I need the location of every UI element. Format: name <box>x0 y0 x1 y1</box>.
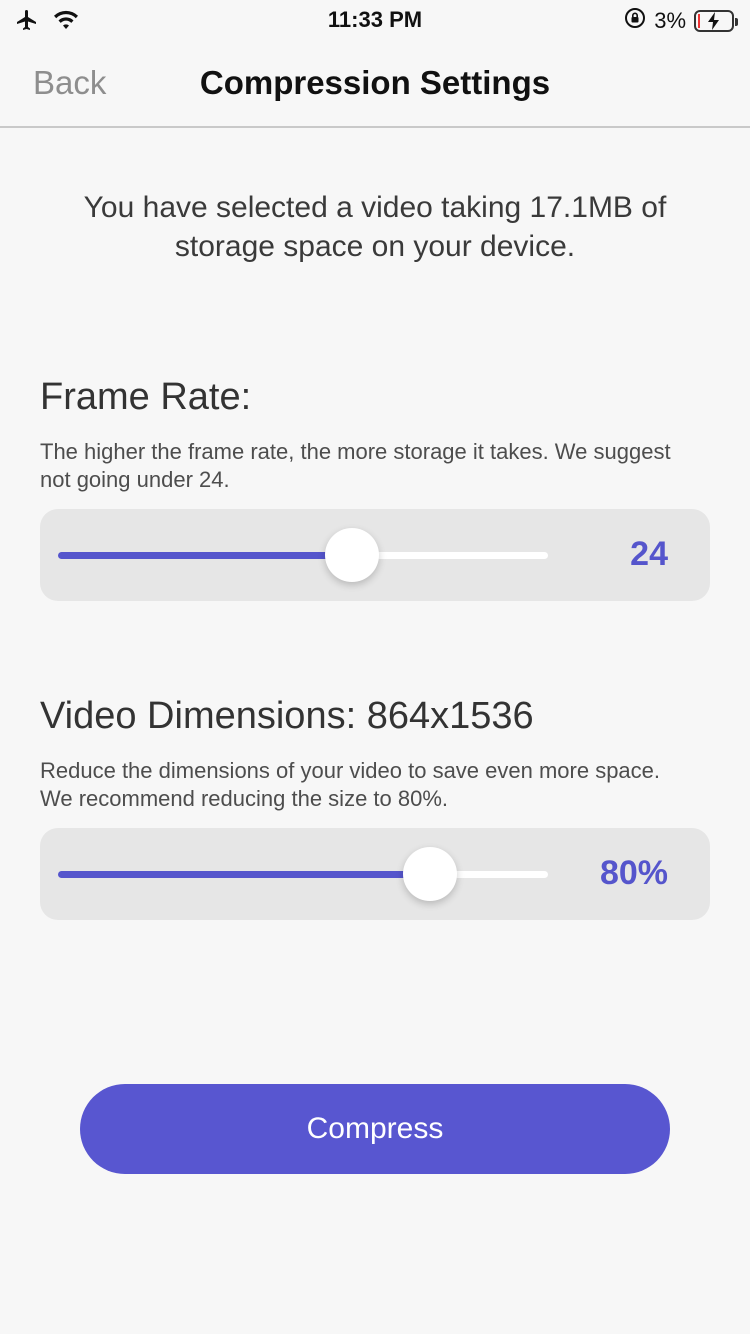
status-right: 3% <box>624 7 738 34</box>
status-bar: 11:33 PM 3% <box>0 0 750 40</box>
frame-rate-description: The higher the frame rate, the more stor… <box>40 439 671 492</box>
frame-rate-title: Frame Rate: <box>40 376 252 418</box>
dimensions-description: Reduce the dimensions of your video to s… <box>40 758 661 811</box>
compress-button[interactable]: Compress <box>80 1084 670 1174</box>
nav-bar: Back Compression Settings <box>0 40 750 128</box>
frame-rate-slider-thumb[interactable] <box>325 528 379 582</box>
dimensions-title: Video Dimensions: 864x1536 <box>40 695 534 737</box>
battery-charging-icon <box>694 9 738 32</box>
frame-rate-value: 24 <box>630 535 668 573</box>
page-title: Compression Settings <box>199 64 551 101</box>
battery-level <box>698 13 700 28</box>
dimensions-slider-thumb[interactable] <box>403 847 458 901</box>
frame-rate-track-fill <box>58 552 352 559</box>
frame-rate-slider-card: 24 <box>40 509 710 601</box>
dimensions-track[interactable] <box>58 871 548 878</box>
frame-rate-track[interactable] <box>58 552 548 559</box>
orientation-lock-icon <box>624 7 646 34</box>
dimensions-track-fill <box>58 871 431 878</box>
intro-text: You have selected a video taking 17.1MB … <box>83 191 667 263</box>
battery-percent: 3% <box>654 7 686 33</box>
dimensions-value: 80% <box>599 854 668 892</box>
dimensions-slider-card: 80% <box>40 828 710 920</box>
